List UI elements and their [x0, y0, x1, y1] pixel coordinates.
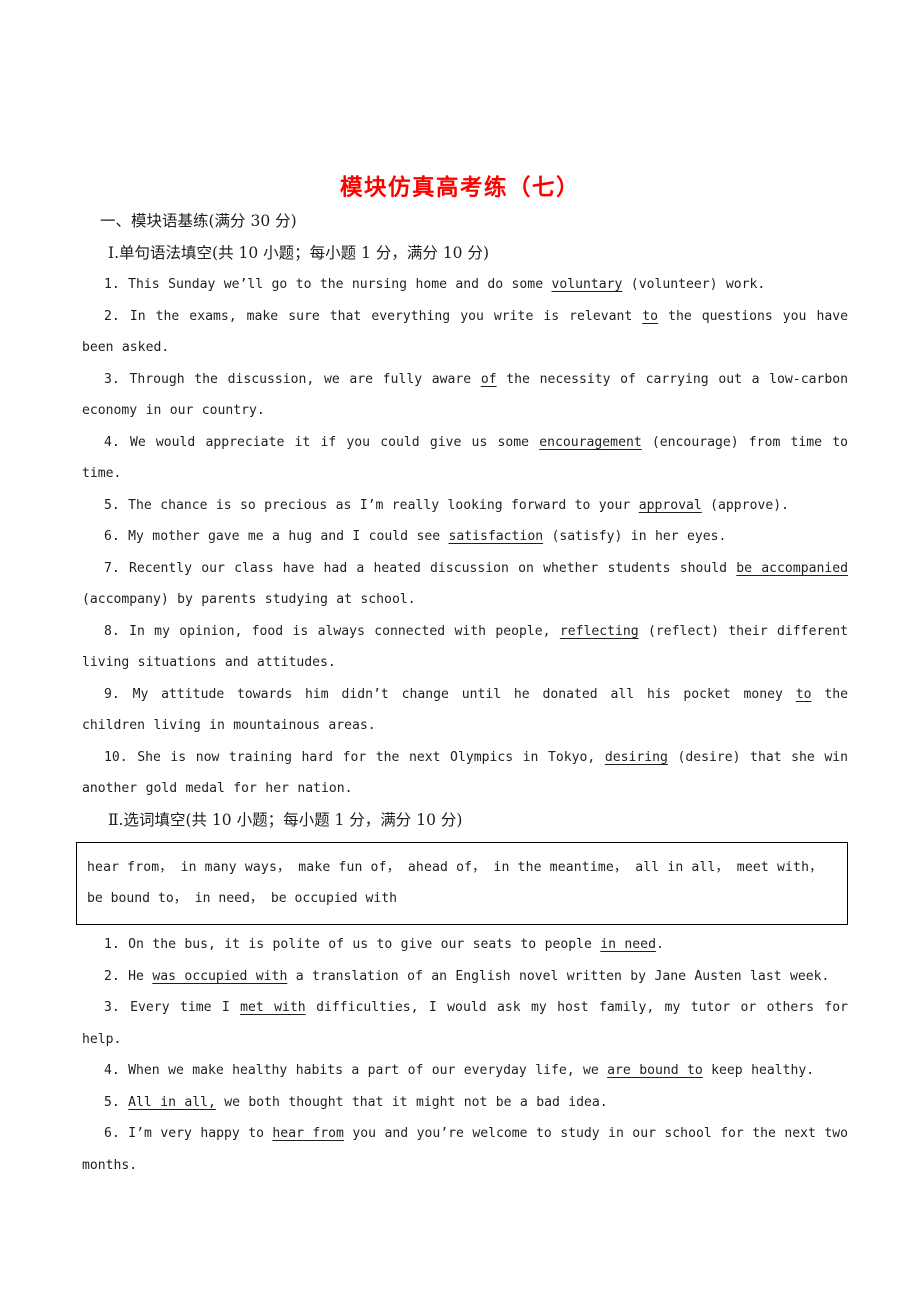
question-text-before-answer: I’m very happy to [128, 1126, 273, 1141]
answer-blank-filled: to [795, 686, 812, 702]
question-number: 5. [104, 497, 129, 513]
answer-blank-filled: be accompanied [736, 560, 848, 576]
question-text-after-answer: we both thought that it might not be a b… [215, 1094, 608, 1110]
question-number: 4. [104, 1063, 129, 1078]
question-number: 2. [104, 968, 129, 984]
question-text-before-answer: This Sunday we’ll go to the nursing home… [128, 277, 552, 292]
question-number: 3. [104, 1000, 131, 1015]
question-item: 6. I’m very happy to hear from you and y… [82, 1118, 848, 1181]
question-item: 9. My attitude towards him didn’t change… [82, 679, 848, 742]
question-item: 8. In my opinion, food is always connect… [82, 616, 848, 679]
question-text-after-answer: a translation of an English novel writte… [287, 968, 830, 984]
word-bank-line-1: hear from， in many ways， make fun of， ah… [87, 860, 823, 875]
answer-blank-filled: encouragement [539, 434, 642, 450]
answer-blank-filled: desiring [604, 749, 668, 765]
question-text-before-answer: In my opinion, food is always connected … [129, 623, 560, 639]
word-bank-line-2: be bound to， in need， be occupied with [87, 891, 397, 906]
question-item: 3. Every time I met with difficulties, I… [82, 992, 848, 1055]
answer-blank-filled: reflecting [559, 623, 639, 639]
question-item: 6. My mother gave me a hug and I could s… [82, 521, 848, 553]
question-number: 7. [104, 560, 129, 576]
question-text-before-answer: My attitude towards him didn’t change un… [132, 686, 796, 702]
question-text-after-answer: keep healthy. [702, 1063, 815, 1078]
question-text-before-answer: The chance is so precious as I’m really … [128, 497, 639, 513]
question-item: 5. The chance is so precious as I’m real… [82, 490, 848, 522]
question-item: 2. In the exams, make sure that everythi… [82, 301, 848, 364]
answer-blank-filled: approval [638, 497, 702, 513]
answer-blank-filled: in need [600, 937, 656, 952]
question-number: 6. [104, 529, 129, 544]
question-text-before-answer: When we make healthy habits a part of ou… [128, 1063, 608, 1078]
part-one-heading: Ⅰ.单句语法填空(共 10 小题；每小题 1 分，满分 10 分) [108, 243, 490, 262]
question-item: 2. He was occupied with a translation of… [82, 961, 848, 993]
question-item: 4. When we make healthy habits a part of… [82, 1055, 848, 1087]
question-text-before-answer: She is now training hard for the next Ol… [137, 749, 605, 765]
question-text-after-answer: (volunteer) work. [622, 277, 766, 292]
question-number: 8. [104, 623, 130, 639]
part-two-question-list: 1. On the bus, it is polite of us to giv… [82, 929, 848, 1181]
question-number: 10. [104, 749, 138, 765]
question-number: 3. [104, 371, 130, 387]
exam-worksheet-page: 模块仿真高考练（七） 一、模块语基练(满分 30 分) Ⅰ.单句语法填空(共 1… [0, 0, 920, 1302]
answer-blank-filled: of [480, 371, 497, 387]
question-text-after-answer: (approve). [701, 497, 789, 513]
question-item: 1. On the bus, it is polite of us to giv… [82, 929, 848, 961]
answer-blank-filled: All in all, [128, 1094, 216, 1110]
answer-blank-filled: met with [240, 1000, 306, 1015]
question-text-before-answer: On the bus, it is polite of us to give o… [128, 937, 601, 952]
question-number: 5. [104, 1094, 129, 1110]
question-item: 5. All in all, we both thought that it m… [82, 1087, 848, 1119]
question-number: 2. [104, 308, 130, 324]
question-text-before-answer: Recently our class have had a heated dis… [129, 560, 737, 576]
question-item: 10. She is now training hard for the nex… [82, 742, 848, 805]
word-bank-box: hear from， in many ways， make fun of， ah… [76, 842, 848, 925]
question-number: 4. [104, 434, 130, 450]
answer-blank-filled: was occupied with [152, 968, 288, 984]
question-item: 3. Through the discussion, we are fully … [82, 364, 848, 427]
question-text-before-answer: Every time I [130, 1000, 241, 1015]
question-number: 1. [104, 937, 129, 952]
part-two-heading: Ⅱ.选词填空(共 10 小题；每小题 1 分，满分 10 分) [108, 810, 463, 829]
question-text-before-answer: My mother gave me a hug and I could see [128, 529, 449, 544]
answer-blank-filled: voluntary [551, 277, 623, 292]
question-item: 1. This Sunday we’ll go to the nursing h… [82, 269, 848, 301]
page-title: 模块仿真高考练（七） [339, 175, 580, 202]
document-body: 一、模块语基练(满分 30 分) Ⅰ.单句语法填空(共 10 小题；每小题 1 … [76, 206, 848, 1181]
question-text-after-answer: (satisfy) in her eyes. [543, 529, 727, 544]
question-text-before-answer: He [128, 968, 153, 984]
question-text-before-answer: Through the discussion, we are fully awa… [129, 371, 481, 387]
question-item: 7. Recently our class have had a heated … [82, 553, 848, 616]
section-heading-one: 一、模块语基练(满分 30 分) [100, 212, 297, 230]
question-text-after-answer: (accompany) by parents studying at schoo… [82, 592, 416, 607]
question-number: 1. [104, 277, 129, 292]
answer-blank-filled: satisfaction [448, 529, 544, 544]
question-text-before-answer: We would appreciate it if you could give… [129, 434, 540, 450]
question-number: 9. [104, 686, 133, 702]
answer-blank-filled: hear from [272, 1126, 344, 1141]
question-text-after-answer: . [655, 937, 664, 952]
question-text-before-answer: In the exams, make sure that everything … [129, 308, 643, 324]
part-one-question-list: 1. This Sunday we’ll go to the nursing h… [82, 269, 848, 805]
question-number: 6. [104, 1126, 129, 1141]
answer-blank-filled: are bound to [607, 1063, 703, 1078]
answer-blank-filled: to [642, 308, 659, 324]
question-item: 4. We would appreciate it if you could g… [82, 427, 848, 490]
